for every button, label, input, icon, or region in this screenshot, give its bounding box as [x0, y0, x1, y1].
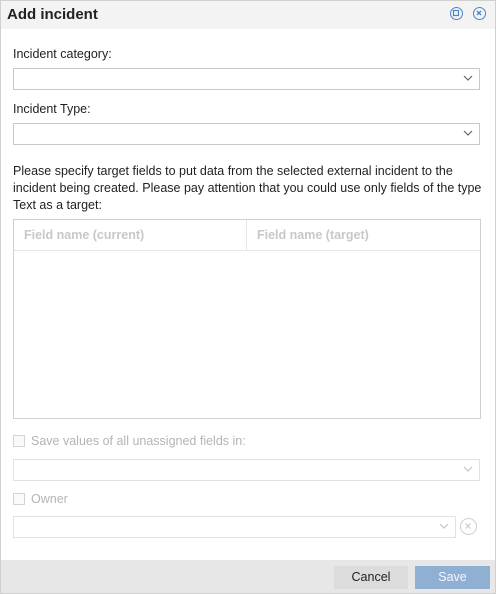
dialog-title: Add incident	[7, 6, 98, 23]
incident-type-select[interactable]	[13, 123, 480, 145]
save-unassigned-checkbox[interactable]	[13, 435, 25, 447]
column-divider	[246, 220, 247, 250]
incident-category-select[interactable]	[13, 68, 480, 90]
grid-header: Field name (current) Field name (target)	[14, 220, 480, 251]
column-header-target[interactable]: Field name (target)	[257, 228, 369, 242]
field-mapping-grid[interactable]: Field name (current) Field name (target)	[13, 219, 481, 419]
save-unassigned-label: Save values of all unassigned fields in:	[31, 434, 246, 448]
save-unassigned-checkbox-row: Save values of all unassigned fields in:	[13, 434, 246, 448]
cancel-button[interactable]: Cancel	[334, 566, 408, 589]
incident-type-label: Incident Type:	[13, 102, 91, 116]
maximize-icon[interactable]	[450, 7, 463, 20]
save-unassigned-select[interactable]	[13, 459, 480, 481]
chevron-down-icon	[463, 75, 473, 81]
column-header-current[interactable]: Field name (current)	[24, 228, 144, 242]
close-icon[interactable]	[473, 7, 486, 20]
save-button[interactable]: Save	[415, 566, 490, 589]
dialog-titlebar: Add incident	[1, 1, 495, 29]
owner-checkbox[interactable]	[13, 493, 25, 505]
field-mapping-description: Please specify target fields to put data…	[13, 164, 482, 212]
dialog-footer: Cancel Save	[1, 560, 495, 593]
chevron-down-icon	[463, 466, 473, 472]
owner-label: Owner	[31, 492, 68, 506]
incident-category-label: Incident category:	[13, 47, 112, 61]
chevron-down-icon	[463, 130, 473, 136]
owner-select[interactable]	[13, 516, 456, 538]
clear-owner-icon[interactable]	[460, 518, 477, 535]
chevron-down-icon	[439, 523, 449, 529]
owner-checkbox-row: Owner	[13, 492, 68, 506]
add-incident-dialog: Add incident Incident category: Incident…	[0, 0, 496, 594]
